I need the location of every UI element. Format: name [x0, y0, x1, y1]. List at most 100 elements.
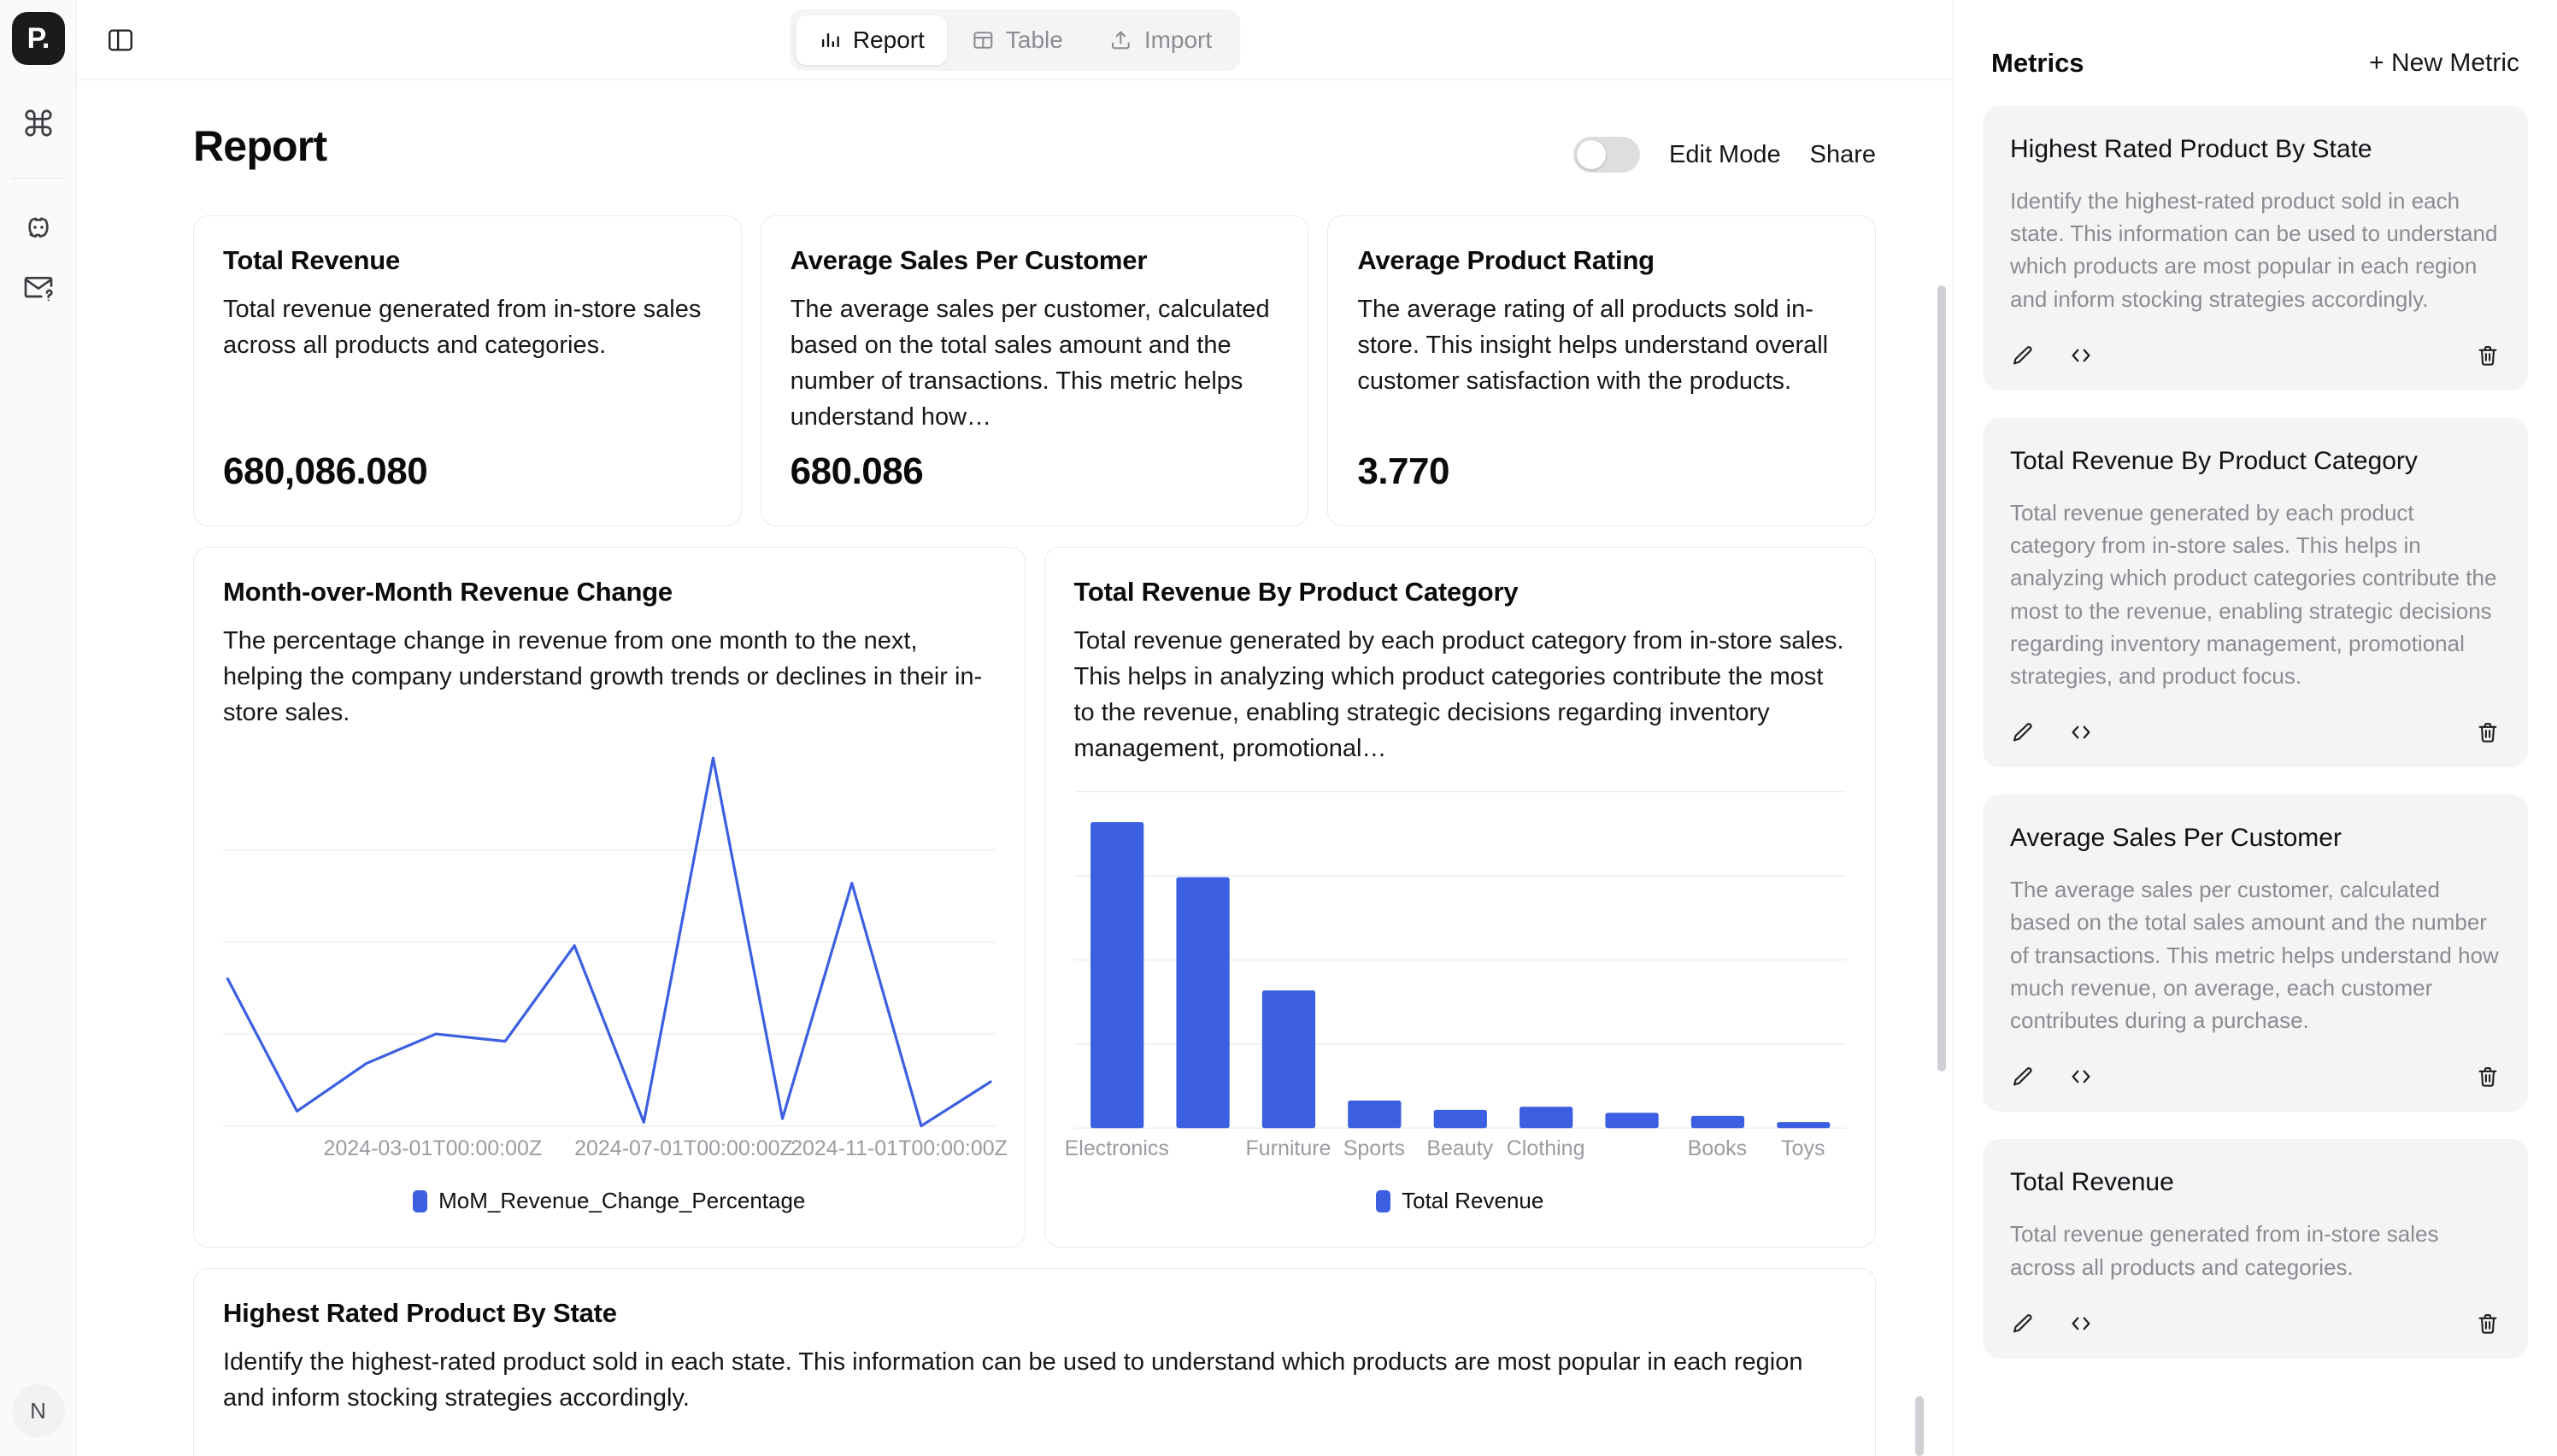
report-content: Report Edit Mode Share Total Revenue Tot…	[77, 80, 1953, 1456]
tab-import-label: Import	[1143, 26, 1213, 53]
kpi-grid: Total Revenue Total revenue generated fr…	[193, 215, 1877, 527]
kpi-title: Total Revenue	[223, 245, 400, 275]
pencil-icon[interactable]	[2010, 1064, 2036, 1089]
table-card-title: Highest Rated Product By State	[223, 1298, 617, 1329]
kpi-card-average-sales-per-customer[interactable]: Average Sales Per Customer The average s…	[760, 215, 1309, 527]
table-card-highest-rated-product[interactable]: Highest Rated Product By State Identify …	[193, 1268, 1924, 1456]
x-tick-label: Clothing	[1506, 1136, 1585, 1161]
x-tick-label: 2024-07-01T00:00:00Z	[574, 1136, 793, 1161]
avatar-initial: N	[30, 1397, 46, 1424]
bar-chart-legend: Total Revenue	[1074, 1188, 1847, 1214]
app-logo-text: P.	[26, 21, 50, 55]
trash-icon[interactable]	[2475, 1064, 2501, 1089]
code-icon[interactable]	[2068, 343, 2094, 368]
chart-description: Total revenue generated by each product …	[1073, 627, 1844, 763]
chart-row: Month-over-Month Revenue Change The perc…	[193, 547, 1876, 1248]
app-root: P. N Report Table Import Report Edit Mod…	[0, 0, 2557, 1456]
x-tick-label: Furniture	[1245, 1136, 1331, 1161]
edit-mode-toggle[interactable]	[1573, 137, 1641, 173]
bar-chart-x-axis: Electronics Furniture Sports Beauty Clothing…	[1065, 1136, 1847, 1165]
metric-description: Total revenue generated by each product …	[2010, 499, 2497, 689]
x-tick-label: Sports	[1343, 1136, 1405, 1161]
metric-actions	[2010, 343, 2501, 368]
kpi-title: Average Product Rating	[1357, 245, 1655, 275]
code-icon[interactable]	[2068, 1064, 2094, 1089]
trash-icon[interactable]	[2475, 1311, 2501, 1336]
kpi-description: Total revenue generated from in-store sa…	[223, 296, 702, 360]
trash-icon[interactable]	[2475, 719, 2501, 745]
metric-actions	[2010, 1064, 2501, 1089]
metric-actions	[2010, 1311, 2501, 1336]
legend-label: Total Revenue	[1402, 1188, 1544, 1214]
pencil-icon[interactable]	[2010, 1311, 2036, 1336]
chart-title: Month-over-Month Revenue Change	[223, 577, 673, 608]
top-bar: Report Table Import	[77, 0, 1953, 80]
pencil-icon[interactable]	[2010, 719, 2036, 745]
code-icon[interactable]	[2068, 719, 2094, 745]
metric-list: Highest Rated Product By State Identify t…	[1983, 106, 2528, 1359]
x-tick-label: 2024-11-01T00:00:00Z	[791, 1136, 1008, 1161]
mail-question-icon[interactable]	[13, 262, 64, 314]
tab-table[interactable]: Table	[949, 15, 1085, 65]
chart-title: Total Revenue By Product Category	[1073, 577, 1519, 608]
kpi-value: 680.086	[790, 450, 924, 493]
table-scrollbar[interactable]	[1915, 1396, 1924, 1456]
table-card-description: Identify the highest-rated product sold …	[223, 1348, 1803, 1412]
metric-name: Average Sales Per Customer	[2010, 824, 2342, 853]
kpi-value: 3.770	[1357, 450, 1449, 493]
legend-label: MoM_Revenue_Change_Percentage	[438, 1188, 806, 1214]
app-logo[interactable]: P.	[11, 12, 65, 65]
metric-name: Total Revenue By Product Category	[2010, 446, 2418, 475]
metric-actions	[2010, 719, 2501, 745]
line-chart-svg	[223, 749, 996, 1133]
kpi-card-total-revenue[interactable]: Total Revenue Total revenue generated fr…	[193, 215, 742, 527]
tab-table-label: Table	[1005, 26, 1063, 53]
metric-description: Total revenue generated from in-store sa…	[2010, 1221, 2439, 1280]
metric-card[interactable]: Total Revenue By Product Category Total r…	[1983, 417, 2528, 768]
edit-mode-label: Edit Mode	[1669, 140, 1781, 168]
x-tick-label: Books	[1687, 1136, 1748, 1161]
metric-description: The average sales per customer, calculat…	[2010, 877, 2499, 1034]
page-title: Report	[193, 122, 327, 170]
metrics-panel: Metrics + New Metric Highest Rated Produ…	[1954, 0, 2557, 1456]
pencil-icon[interactable]	[2010, 343, 2036, 368]
kpi-description: The average sales per customer, calculat…	[790, 296, 1270, 432]
legend-swatch	[413, 1189, 428, 1212]
new-metric-button[interactable]: + New Metric	[2369, 49, 2519, 78]
bar-chart-plot	[1074, 785, 1847, 1133]
legend-swatch	[1376, 1189, 1391, 1212]
metric-card[interactable]: Average Sales Per Customer The average sa…	[1983, 795, 2528, 1113]
x-tick-label: 2024-03-01T00:00:00Z	[323, 1136, 543, 1161]
line-chart-plot	[223, 749, 996, 1133]
command-icon[interactable]	[13, 97, 64, 149]
avatar[interactable]: N	[11, 1384, 65, 1437]
kpi-card-average-product-rating[interactable]: Average Product Rating The average ratin…	[1327, 215, 1877, 527]
chart-card-mom-revenue-change[interactable]: Month-over-Month Revenue Change The perc…	[193, 547, 1026, 1248]
page-header: Report Edit Mode Share	[193, 121, 1876, 173]
metric-description: Identify the highest-rated product sold …	[2010, 188, 2498, 312]
tab-report[interactable]: Report	[795, 15, 947, 65]
report-scrollbar[interactable]	[1937, 285, 1946, 1071]
line-chart-x-axis: 2024-03-01T00:00:00Z 2024-07-01T00:00:00…	[223, 1136, 1008, 1165]
discord-icon[interactable]	[13, 203, 64, 254]
metrics-panel-title: Metrics	[1991, 48, 2084, 78]
metric-card[interactable]: Total Revenue Total revenue generated fro…	[1983, 1139, 2528, 1359]
x-tick-label: Electronics	[1064, 1136, 1169, 1161]
left-rail: P. N	[0, 0, 77, 1456]
edit-mode-toggle-knob	[1577, 140, 1607, 169]
tab-import[interactable]: Import	[1087, 15, 1234, 65]
share-button[interactable]: Share	[1810, 141, 1876, 169]
trash-icon[interactable]	[2475, 343, 2501, 368]
chart-description: The percentage change in revenue from on…	[223, 627, 983, 727]
code-icon[interactable]	[2068, 1311, 2094, 1336]
page-header-actions: Edit Mode Share	[1573, 121, 1876, 173]
report-scroll-area[interactable]: Report Edit Mode Share Total Revenue Tot…	[77, 80, 1953, 1456]
x-tick-label: Toys	[1781, 1136, 1825, 1161]
metric-name: Highest Rated Product By State	[2010, 135, 2372, 163]
metrics-panel-header: Metrics + New Metric	[1983, 34, 2528, 79]
sidebar-panel-icon[interactable]	[99, 19, 142, 62]
metric-name: Total Revenue	[2010, 1168, 2174, 1197]
rail-divider	[11, 178, 65, 179]
metric-card[interactable]: Highest Rated Product By State Identify t…	[1983, 106, 2528, 390]
chart-card-revenue-by-category[interactable]: Total Revenue By Product Category Total …	[1043, 547, 1876, 1248]
